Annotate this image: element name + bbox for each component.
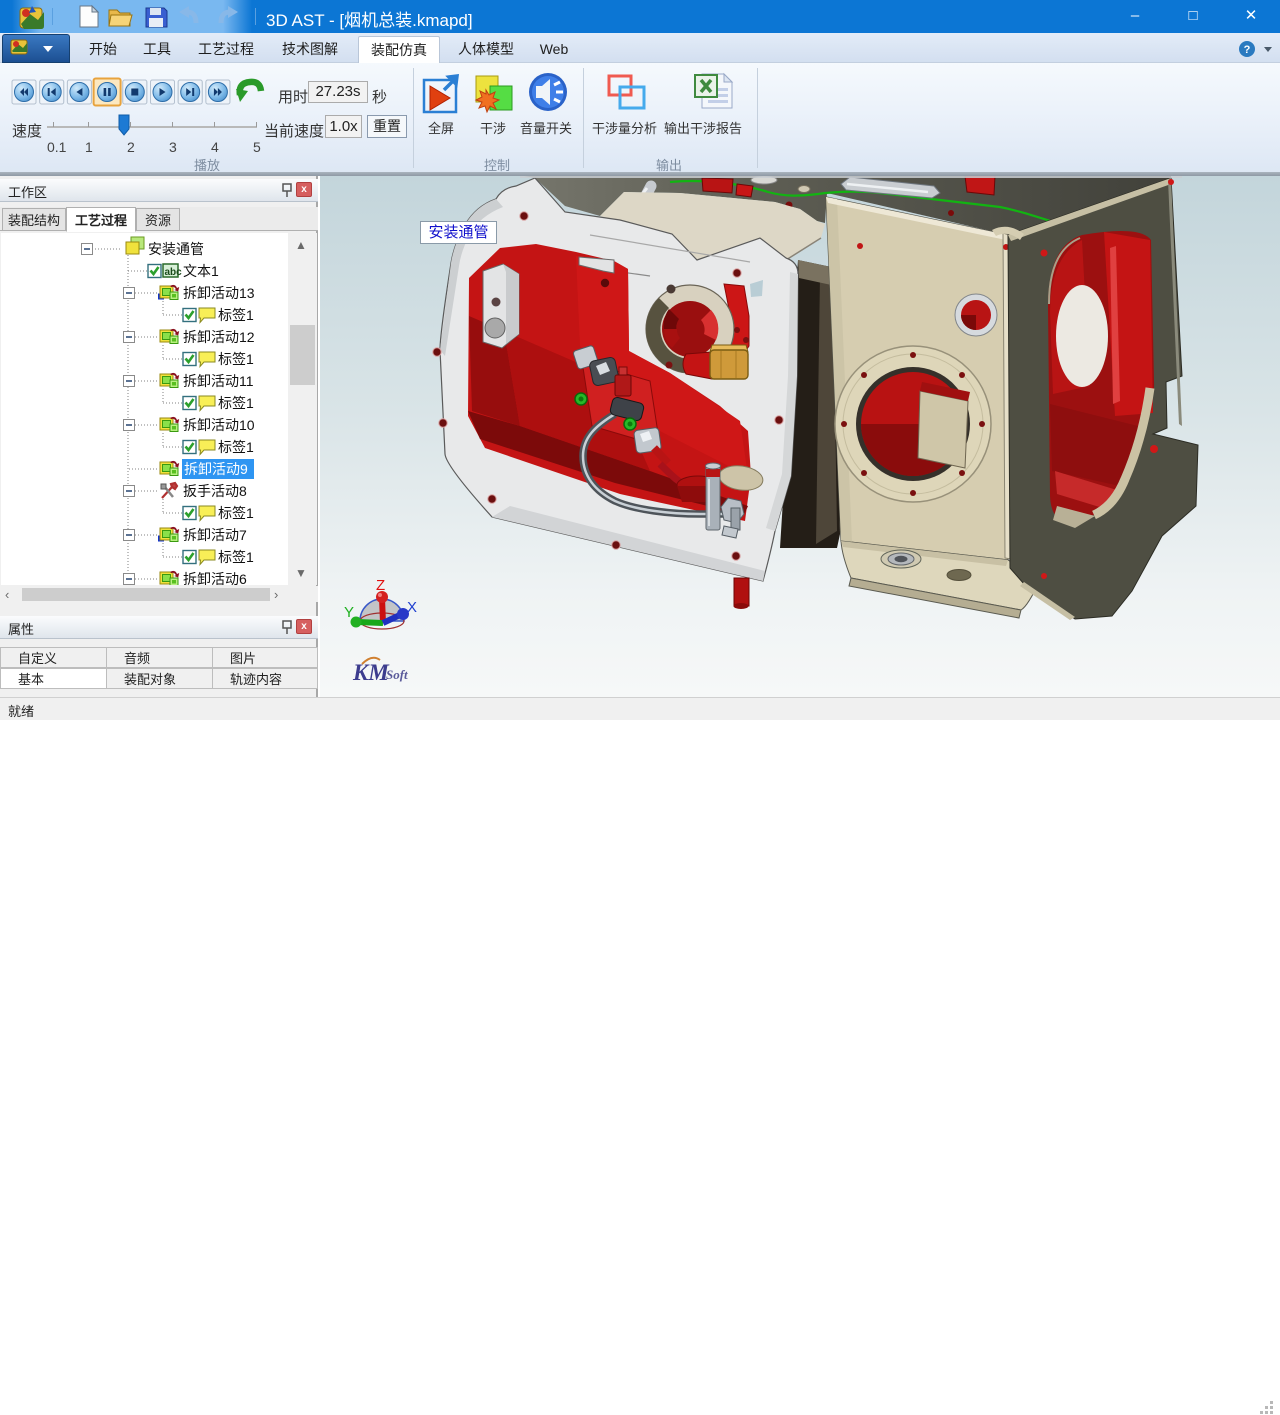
- svg-text:拆卸活动7: 拆卸活动7: [183, 527, 247, 543]
- svg-text:X: X: [407, 599, 417, 616]
- svg-text:拆卸活动13: 拆卸活动13: [183, 285, 255, 301]
- svg-text:Soft: Soft: [386, 667, 408, 682]
- svg-text:Z: Z: [376, 577, 385, 594]
- svg-text:?: ?: [1244, 44, 1251, 56]
- svg-text:扳手活动8: 扳手活动8: [183, 483, 247, 499]
- svg-text:拆卸活动6: 拆卸活动6: [183, 571, 247, 585]
- svg-text:abc: abc: [165, 267, 183, 278]
- svg-text:KM: KM: [352, 660, 390, 685]
- svg-text:拆卸活动10: 拆卸活动10: [183, 417, 255, 433]
- svg-text:文本1: 文本1: [183, 263, 219, 279]
- svg-text:拆卸活动12: 拆卸活动12: [183, 329, 255, 345]
- svg-text:拆卸活动9: 拆卸活动9: [184, 461, 248, 477]
- svg-text:安装通管: 安装通管: [148, 241, 204, 257]
- svg-text:标签1: 标签1: [218, 505, 254, 521]
- svg-text:Y: Y: [344, 604, 354, 621]
- svg-text:标签1: 标签1: [218, 307, 254, 323]
- svg-text:标签1: 标签1: [218, 549, 254, 565]
- svg-text:拆卸活动11: 拆卸活动11: [183, 373, 254, 389]
- svg-text:标签1: 标签1: [218, 439, 254, 455]
- svg-text:标签1: 标签1: [218, 351, 254, 367]
- svg-text:标签1: 标签1: [218, 395, 254, 411]
